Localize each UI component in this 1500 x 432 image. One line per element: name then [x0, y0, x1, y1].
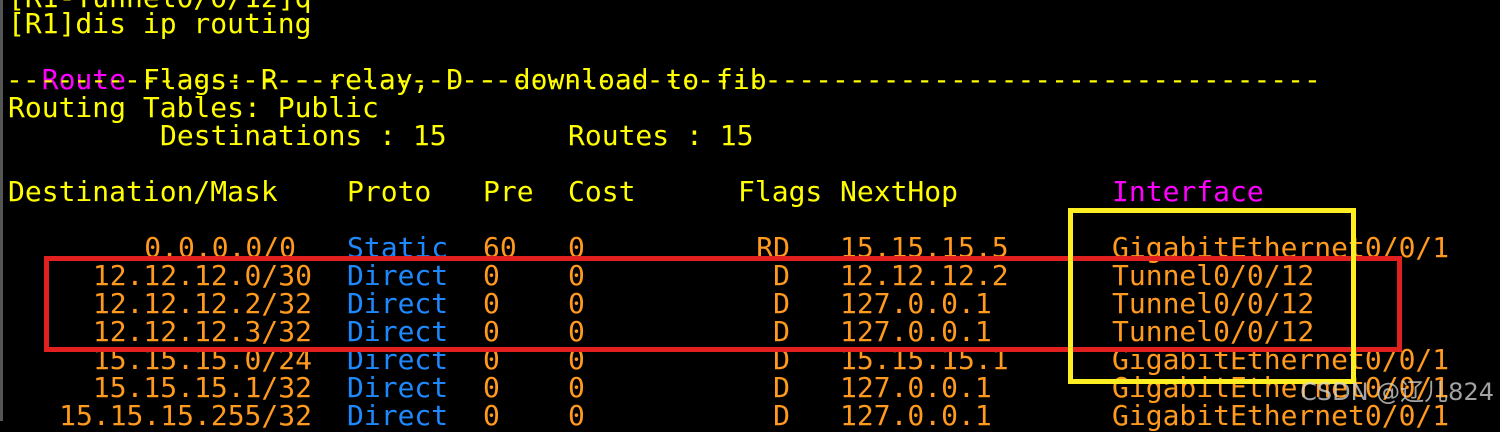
row-flags: D: [773, 371, 790, 404]
header-flags: Flags: [738, 175, 823, 208]
row-proto: Direct: [347, 371, 449, 404]
header-pre: Pre: [483, 175, 534, 208]
row-cost: 0: [568, 399, 585, 432]
terminal-window: { "terminal": { "partial_top_line": "[R1…: [0, 0, 1500, 430]
separator-line: ----------------------------------------…: [6, 66, 1321, 94]
routes-count: Routes : 15: [568, 119, 754, 152]
command-line: [R1]dis ip routing: [8, 7, 312, 40]
watermark: CSDN @辽儿824: [1300, 378, 1494, 406]
routing-tables-header: Routing Tables: Public: [8, 91, 379, 124]
row-nexthop: 127.0.0.1: [840, 371, 992, 404]
route-flags-line: Route Flags: R - relay, D - download to …: [8, 38, 767, 94]
destinations-count: Destinations : 15: [160, 119, 447, 152]
row-pre: 0: [483, 371, 500, 404]
row-flags: D: [773, 399, 790, 432]
row-destination: 15.15.15.255/32: [59, 399, 312, 432]
row-proto: Direct: [347, 399, 449, 432]
header-cost: Cost: [568, 175, 636, 208]
row-pre: 0: [483, 399, 500, 432]
row-destination: 15.15.15.1/32: [92, 371, 312, 404]
row-cost: 0: [568, 371, 585, 404]
row-interface: GigabitEthernet0/0/1: [1112, 399, 1450, 432]
highlight-box-yellow: [1068, 208, 1356, 384]
row-nexthop: 127.0.0.1: [840, 399, 992, 432]
header-destination-mask: Destination/Mask: [8, 175, 278, 208]
header-nexthop: NextHop: [840, 175, 959, 208]
header-interface: Interface: [1112, 175, 1264, 208]
header-proto: Proto: [347, 175, 432, 208]
